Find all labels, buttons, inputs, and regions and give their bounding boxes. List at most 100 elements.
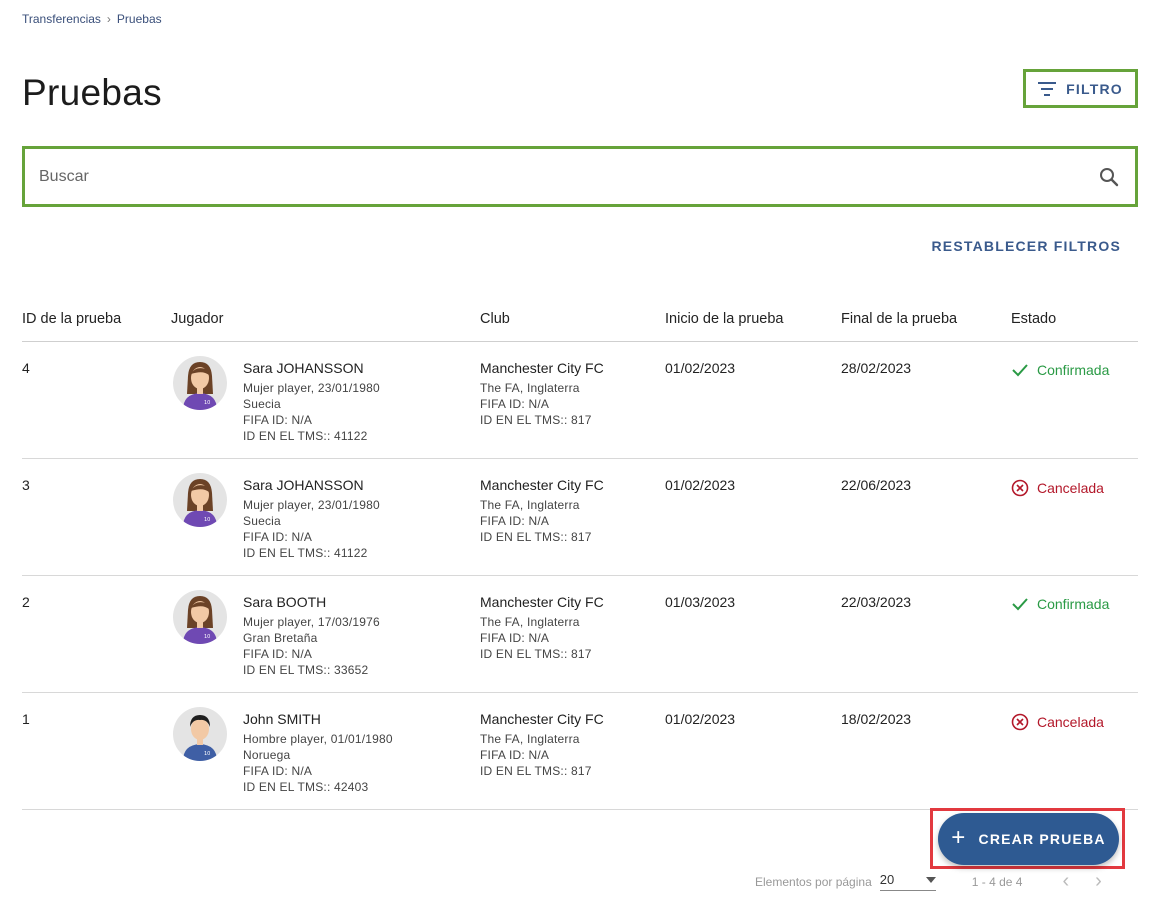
club-fifa-id: FIFA ID: N/A [480, 748, 550, 762]
per-page-select[interactable]: 20 [879, 872, 936, 891]
avatar: 10 [173, 473, 227, 527]
trial-id: 3 [22, 477, 30, 493]
club-cell: Manchester City FC The FA, Inglaterra FI… [480, 594, 665, 692]
player-gender-dob: Hombre player, 01/01/1980 [243, 732, 393, 746]
search-icon[interactable] [1097, 165, 1121, 189]
club-name[interactable]: Manchester City FC [480, 711, 665, 727]
club-tms-id: ID EN EL TMS:: 817 [480, 647, 592, 661]
club-name[interactable]: Manchester City FC [480, 594, 665, 610]
search-input[interactable] [39, 167, 1097, 186]
trials-table: ID de la prueba Jugador Club Inicio de l… [22, 296, 1138, 810]
status-cell: Cancelada [1011, 477, 1138, 575]
status-badge: Cancelada [1011, 713, 1138, 731]
trial-end-date: 18/02/2023 [841, 711, 912, 727]
svg-text:10: 10 [204, 400, 210, 406]
table-header: ID de la prueba Jugador Club Inicio de l… [22, 296, 1138, 342]
status-label: Confirmada [1037, 362, 1110, 378]
club-name[interactable]: Manchester City FC [480, 360, 665, 376]
trial-start-date: 01/03/2023 [665, 594, 736, 610]
player-info: Sara JOHANSSON Mujer player, 23/01/1980 … [243, 477, 380, 575]
header-club[interactable]: Club [480, 311, 665, 327]
avatar: 10 [173, 356, 227, 410]
female-player-avatar-icon: 10 [183, 479, 217, 527]
player-name[interactable]: John SMITH [243, 711, 393, 727]
header-status[interactable]: Estado [1011, 311, 1138, 327]
player-tms-id: ID EN EL TMS:: 41122 [243, 546, 368, 560]
svg-text:10: 10 [204, 751, 210, 757]
cancel-circle-icon [1011, 479, 1029, 497]
prev-page-icon[interactable]: ‹ [1062, 870, 1069, 893]
club-fifa-id: FIFA ID: N/A [480, 631, 550, 645]
breadcrumb-item-pruebas[interactable]: Pruebas [117, 12, 162, 26]
status-badge: Confirmada [1011, 362, 1138, 378]
status-cell: Cancelada [1011, 711, 1138, 809]
player-gender-dob: Mujer player, 23/01/1980 [243, 498, 380, 512]
player-tms-id: ID EN EL TMS:: 41122 [243, 429, 368, 443]
filter-button[interactable]: FILTRO [1023, 69, 1138, 108]
filter-button-label: FILTRO [1066, 80, 1123, 97]
plus-icon: + [951, 824, 967, 851]
status-cell: Confirmada [1011, 360, 1138, 458]
club-tms-id: ID EN EL TMS:: 817 [480, 413, 592, 427]
player-country: Suecia [243, 514, 281, 528]
cancel-circle-icon [1011, 713, 1029, 731]
trial-start-date: 01/02/2023 [665, 360, 736, 376]
female-player-avatar-icon: 10 [183, 596, 217, 644]
trial-start-date: 01/02/2023 [665, 477, 736, 493]
player-fifa-id: FIFA ID: N/A [243, 647, 313, 661]
club-name[interactable]: Manchester City FC [480, 477, 665, 493]
status-label: Cancelada [1037, 714, 1104, 730]
create-trial-label: CREAR PRUEBA [978, 831, 1106, 847]
filter-icon [1038, 81, 1057, 96]
status-label: Cancelada [1037, 480, 1104, 496]
table-row[interactable]: 1 10 John SMITH Hombre player, 01/01/198… [22, 693, 1138, 810]
header-player[interactable]: Jugador [171, 311, 480, 327]
trial-end-date: 28/02/2023 [841, 360, 912, 376]
breadcrumb: Transferencias › Pruebas [22, 12, 162, 26]
female-player-avatar-icon: 10 [183, 362, 217, 410]
per-page-label: Elementos por página [755, 874, 872, 889]
player-info: John SMITH Hombre player, 01/01/1980 Nor… [243, 711, 393, 809]
player-cell: 10 Sara BOOTH Mujer player, 17/03/1976 G… [171, 590, 480, 692]
header-end[interactable]: Final de la prueba [841, 311, 1011, 327]
club-tms-id: ID EN EL TMS:: 817 [480, 764, 592, 778]
table-row[interactable]: 2 10 Sara BOOTH Mujer player, 17/03/1976… [22, 576, 1138, 693]
status-cell: Confirmada [1011, 594, 1138, 692]
check-icon [1012, 364, 1028, 377]
next-page-icon[interactable]: › [1095, 870, 1102, 893]
player-gender-dob: Mujer player, 23/01/1980 [243, 381, 380, 395]
player-name[interactable]: Sara JOHANSSON [243, 360, 380, 376]
player-fifa-id: FIFA ID: N/A [243, 530, 313, 544]
player-name[interactable]: Sara JOHANSSON [243, 477, 380, 493]
breadcrumb-separator: › [106, 12, 111, 26]
avatar: 10 [173, 707, 227, 761]
trial-end-date: 22/06/2023 [841, 477, 912, 493]
header-start[interactable]: Inicio de la prueba [665, 311, 841, 327]
player-country: Suecia [243, 397, 281, 411]
create-trial-button[interactable]: + CREAR PRUEBA [938, 813, 1119, 865]
player-name[interactable]: Sara BOOTH [243, 594, 380, 610]
club-cell: Manchester City FC The FA, Inglaterra FI… [480, 477, 665, 575]
trial-start-date: 01/02/2023 [665, 711, 736, 727]
status-label: Confirmada [1037, 596, 1110, 612]
table-row[interactable]: 3 10 Sara JOHANSSON Mujer player, 23/01/… [22, 459, 1138, 576]
trial-id: 1 [22, 711, 30, 727]
player-country: Gran Bretaña [243, 631, 318, 645]
player-tms-id: ID EN EL TMS:: 33652 [243, 663, 369, 677]
club-fifa-id: FIFA ID: N/A [480, 514, 550, 528]
search-box [22, 146, 1138, 207]
breadcrumb-item-transferencias[interactable]: Transferencias [22, 12, 101, 26]
club-cell: Manchester City FC The FA, Inglaterra FI… [480, 360, 665, 458]
club-fifa-id: FIFA ID: N/A [480, 397, 550, 411]
reset-filters-link[interactable]: RESTABLECER FILTROS [931, 238, 1121, 254]
club-cell: Manchester City FC The FA, Inglaterra FI… [480, 711, 665, 809]
trial-end-date: 22/03/2023 [841, 594, 912, 610]
trial-id: 4 [22, 360, 30, 376]
player-cell: 10 Sara JOHANSSON Mujer player, 23/01/19… [171, 356, 480, 458]
club-association: The FA, Inglaterra [480, 381, 580, 395]
player-country: Noruega [243, 748, 291, 762]
player-cell: 10 John SMITH Hombre player, 01/01/1980 … [171, 707, 480, 809]
header-trial-id[interactable]: ID de la prueba [22, 311, 171, 327]
per-page-value: 20 [879, 872, 895, 887]
table-row[interactable]: 4 10 Sara JOHANSSON Mujer player, 23/01/… [22, 342, 1138, 459]
